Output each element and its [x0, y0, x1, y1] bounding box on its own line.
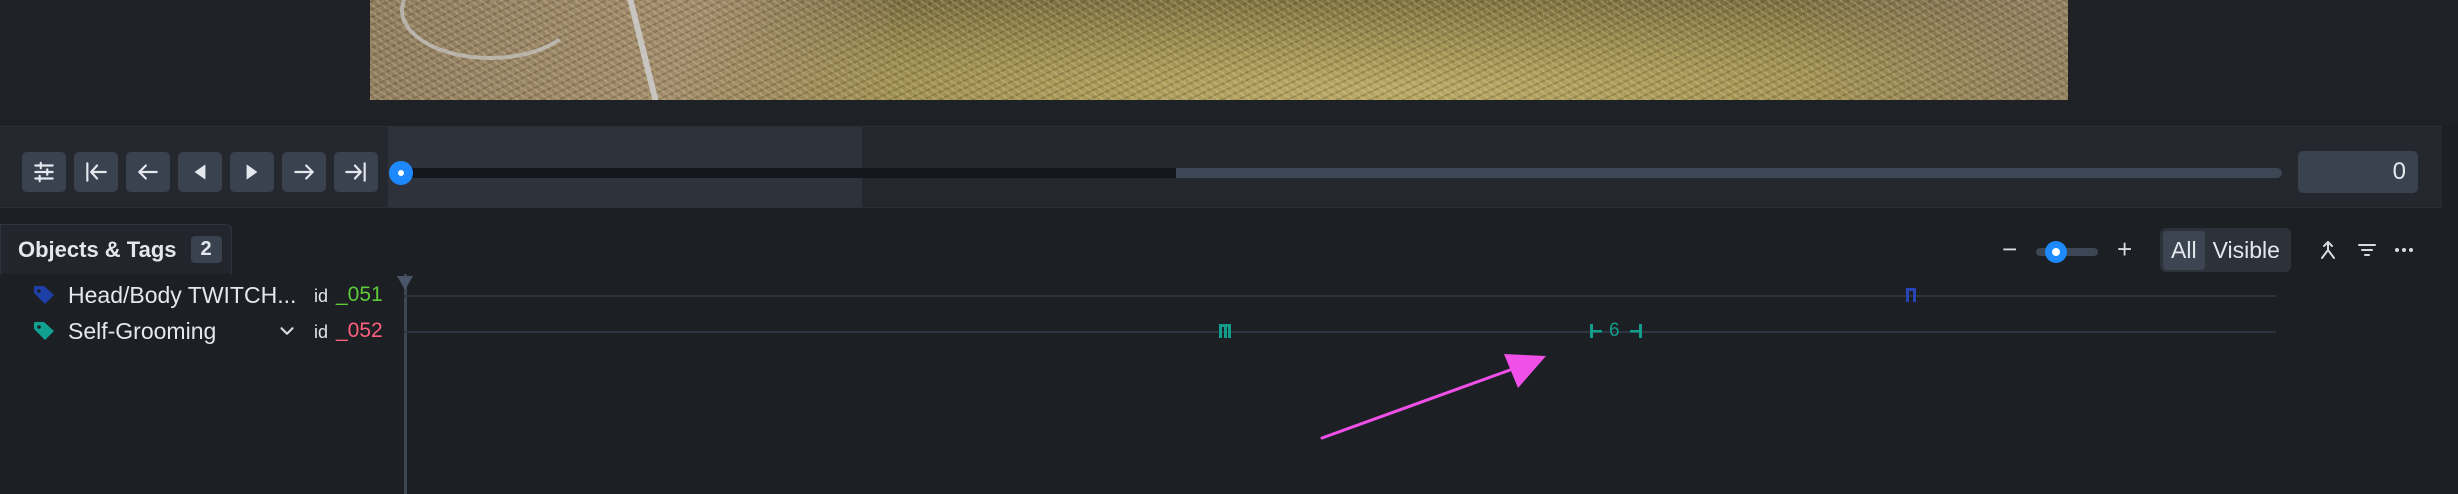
row-track[interactable] [404, 331, 2276, 333]
filter-all-option[interactable]: All [2163, 230, 2205, 270]
tab-label: Objects & Tags [18, 236, 177, 262]
step-back-button[interactable] [126, 152, 170, 192]
arrow-right-icon [294, 164, 314, 180]
row-id-label: id [314, 286, 329, 306]
timeline-row-head-body-twitch[interactable]: Head/Body TWITCH... id _051 [0, 278, 2458, 312]
row-label[interactable]: Self-Grooming [68, 318, 216, 345]
scrubber-visible-range [388, 127, 862, 207]
arrow-left-icon [138, 164, 158, 180]
row-id-label: id [314, 322, 329, 342]
play-button[interactable] [230, 152, 274, 192]
chevron-down-icon[interactable] [276, 320, 298, 342]
video-annotation-app: Objects & Tags 2 − + All Visible He [0, 0, 2458, 494]
segment-start-marker[interactable] [1588, 322, 1604, 340]
last-frame-button[interactable] [334, 152, 378, 192]
tab-objects-tags[interactable]: Objects & Tags 2 [0, 224, 232, 274]
segment-count-label: 6 [1609, 320, 1620, 341]
step-forward-button[interactable] [282, 152, 326, 192]
row-id-value: _051 [336, 283, 383, 306]
segment-end-marker[interactable] [1628, 322, 1644, 340]
skip-to-end-icon [345, 162, 366, 182]
annotation-arrow [1320, 354, 1546, 440]
visibility-filter: All Visible [2160, 228, 2291, 272]
zoom-slider-handle[interactable] [2045, 241, 2067, 263]
zoom-in-button[interactable]: + [2117, 234, 2132, 265]
play-left-icon [194, 164, 206, 180]
merge-icon[interactable] [2316, 238, 2340, 262]
tab-count-badge: 2 [190, 236, 222, 263]
video-bedding [370, 0, 2068, 100]
row-track[interactable] [404, 295, 2276, 297]
keyframe-marker[interactable] [1904, 286, 1918, 304]
filter-icon[interactable] [2355, 238, 2379, 262]
row-id-value: _052 [336, 319, 383, 342]
tag-icon [34, 286, 54, 304]
timeline-toolbar: Objects & Tags 2 − + All Visible [0, 208, 2458, 274]
playback-controls [0, 126, 2442, 208]
video-viewport [0, 0, 2458, 126]
scrubber-buffered [400, 168, 1176, 178]
timeline-area: Head/Body TWITCH... id _051 Self-Groomin… [0, 274, 2458, 494]
scrubber-handle[interactable] [389, 161, 413, 185]
keyframe-marker[interactable] [1217, 322, 1233, 340]
filter-visible-option[interactable]: Visible [2205, 231, 2288, 270]
first-frame-button[interactable] [74, 152, 118, 192]
sliders-icon [34, 161, 54, 183]
play-reverse-button[interactable] [178, 152, 222, 192]
play-right-icon [246, 164, 258, 180]
video-frame[interactable] [370, 0, 2068, 100]
more-options-icon[interactable] [2392, 238, 2416, 262]
tag-icon [34, 322, 54, 340]
frame-number-input[interactable] [2298, 151, 2418, 193]
zoom-out-button[interactable]: − [2002, 234, 2017, 265]
settings-button[interactable] [22, 152, 66, 192]
skip-to-start-icon [86, 162, 107, 182]
row-label[interactable]: Head/Body TWITCH... [68, 282, 300, 309]
timeline-row-self-grooming[interactable]: Self-Grooming id _052 6 [0, 314, 2458, 348]
